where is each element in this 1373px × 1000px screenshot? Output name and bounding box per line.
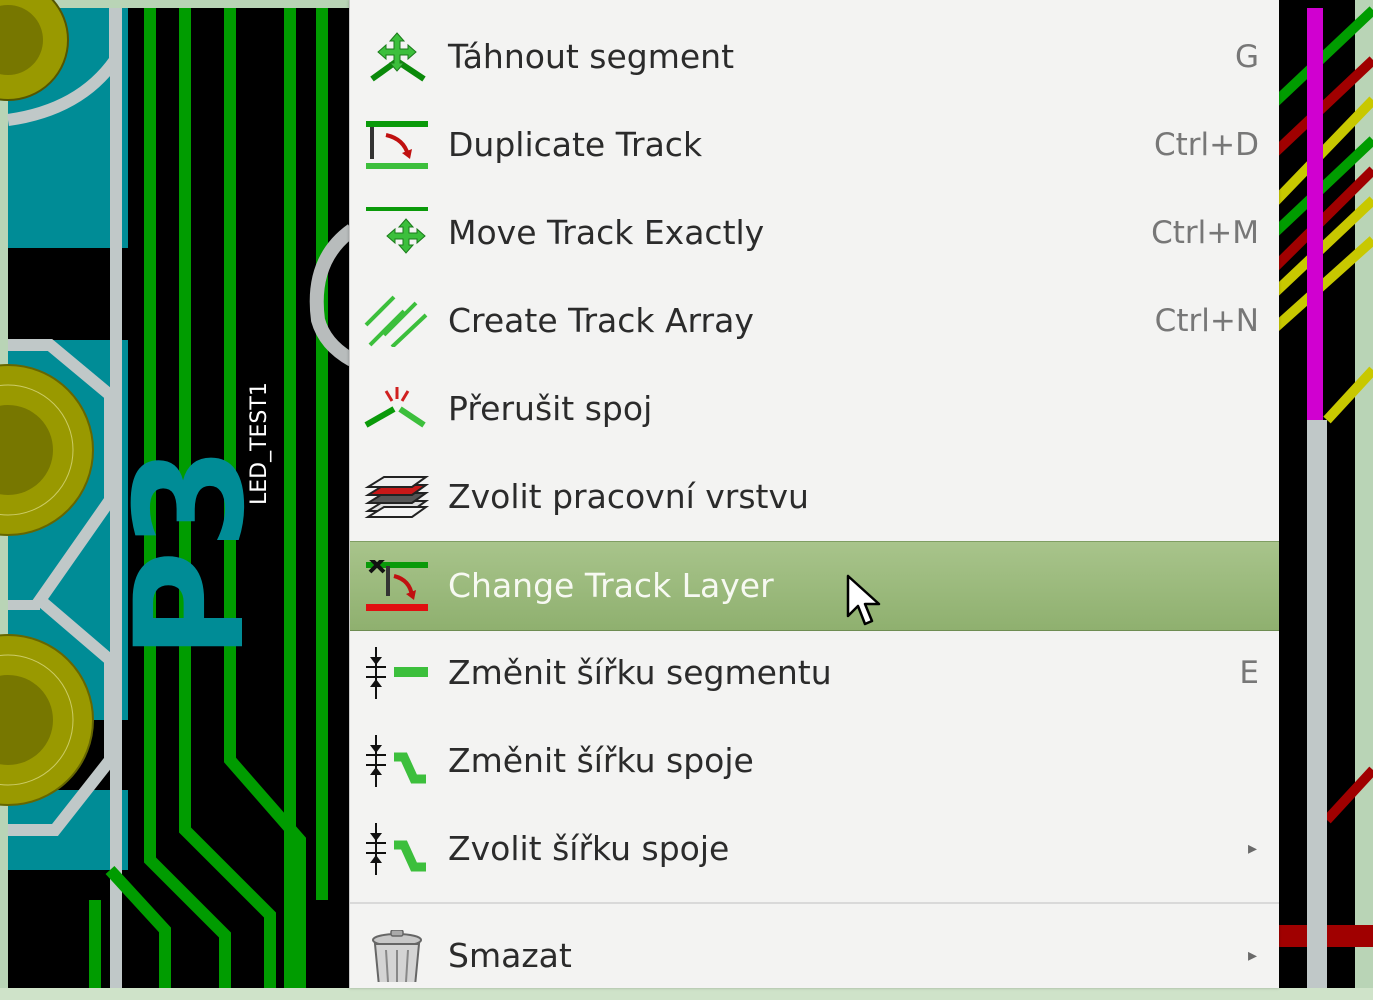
shortcut-label: Ctrl+N	[1154, 303, 1259, 339]
menu-item-delete[interactable]: Smazat ▸	[350, 912, 1279, 1000]
layers-icon	[364, 471, 430, 523]
segment-width-icon	[364, 647, 430, 699]
menu-item-label: Move Track Exactly	[448, 213, 765, 252]
menu-item-label: Zvolit pracovní vrstvu	[448, 477, 809, 516]
trash-icon	[364, 930, 430, 982]
break-track-icon	[364, 383, 430, 435]
menu-item-move-exactly[interactable]: Move Track Exactly Ctrl+M	[350, 189, 1279, 277]
shortcut-label: G	[1234, 39, 1259, 75]
shortcut-label: E	[1239, 655, 1259, 691]
change-layer-icon	[364, 560, 430, 612]
menu-item-label: Change Track Layer	[448, 566, 774, 605]
mouse-cursor-icon	[846, 574, 881, 626]
menu-item-label: Duplicate Track	[448, 125, 703, 164]
menu-item-label: Smazat	[448, 936, 572, 975]
menu-item-label: Create Track Array	[448, 301, 754, 340]
track-array-icon	[364, 295, 430, 347]
menu-separator	[350, 902, 1279, 904]
pcb-board-left[interactable]: P3 LED_TEST1	[0, 0, 352, 988]
shortcut-label: Ctrl+M	[1151, 215, 1259, 251]
menu-item-segment-width[interactable]: Změnit šířku segmentu E	[350, 629, 1279, 717]
shortcut-label: Ctrl+D	[1153, 127, 1259, 163]
menu-item-change-track-layer[interactable]: Change Track Layer	[350, 541, 1279, 631]
select-width-icon	[364, 823, 430, 875]
menu-item-label: Táhnout segment	[448, 37, 735, 76]
duplicate-track-icon	[364, 119, 430, 171]
menu-item-duplicate-track[interactable]: Duplicate Track Ctrl+D	[350, 101, 1279, 189]
menu-item-drag-segment[interactable]: Táhnout segment G	[350, 13, 1279, 101]
pcb-canvas[interactable]: P3 LED_TEST1 Táhnout segment G Duplicate…	[0, 0, 1373, 988]
menu-item-label: Zvolit šířku spoje	[448, 829, 730, 868]
context-menu: Táhnout segment G Duplicate Track Ctrl+D…	[349, 0, 1279, 988]
pcb-board-right[interactable]	[1277, 0, 1373, 988]
submenu-arrow-icon: ▸	[1247, 945, 1257, 966]
menu-item-label: Přerušit spoj	[448, 389, 653, 428]
drag-segment-icon	[364, 31, 430, 83]
menu-item-track-width[interactable]: Změnit šířku spoje	[350, 717, 1279, 805]
menu-item-label: Změnit šířku segmentu	[448, 653, 832, 692]
move-exactly-icon	[364, 207, 430, 259]
menu-item-track-array[interactable]: Create Track Array Ctrl+N	[350, 277, 1279, 365]
track-width-icon	[364, 735, 430, 787]
menu-item-select-layer[interactable]: Zvolit pracovní vrstvu	[350, 453, 1279, 541]
net-label: LED_TEST1	[247, 382, 272, 505]
menu-item-select-track-width[interactable]: Zvolit šířku spoje ▸	[350, 805, 1279, 893]
menu-item-label: Změnit šířku spoje	[448, 741, 754, 780]
menu-item-break-track[interactable]: Přerušit spoj	[350, 365, 1279, 453]
submenu-arrow-icon: ▸	[1247, 838, 1257, 859]
